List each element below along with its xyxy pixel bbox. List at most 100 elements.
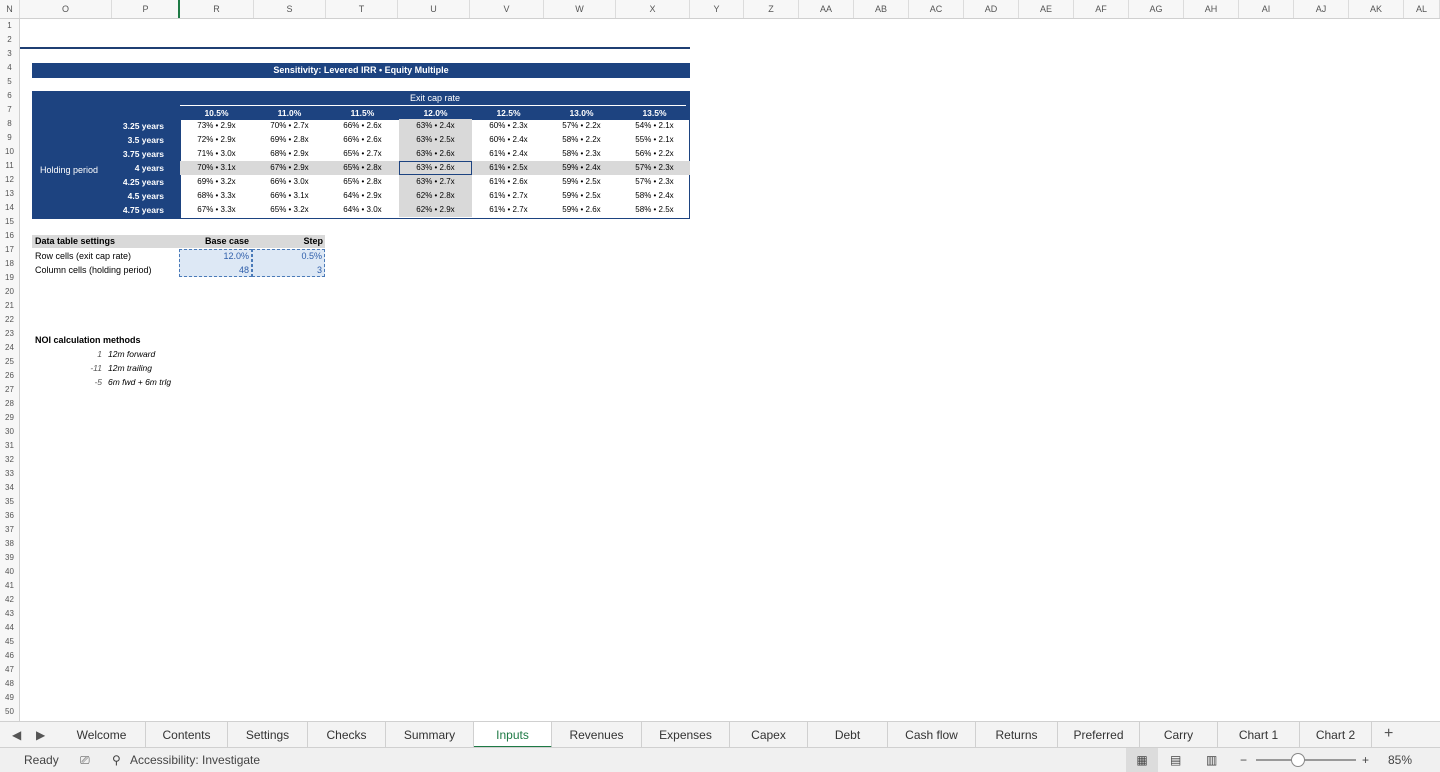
page-break-icon[interactable]: ▥ [1206,748,1217,772]
sensitivity-cell[interactable]: 55% • 2.1x [618,133,691,147]
row-header-5[interactable]: 5 [0,75,19,89]
row-header-30[interactable]: 30 [0,425,19,439]
sheet-tab-preferred[interactable]: Preferred [1058,722,1140,748]
sheet-tab-contents[interactable]: Contents [146,722,228,748]
column-header-s[interactable]: S [254,0,326,18]
sensitivity-cell[interactable]: 72% • 2.9x [180,133,253,147]
row-header-42[interactable]: 42 [0,593,19,607]
sheet-tab-settings[interactable]: Settings [228,722,308,748]
zoom-level[interactable]: 85% [1388,748,1412,772]
sheet-tab-revenues[interactable]: Revenues [552,722,642,748]
row-header-2[interactable]: 2 [0,33,19,47]
row-header-49[interactable]: 49 [0,691,19,705]
row-header-39[interactable]: 39 [0,551,19,565]
row-header-23[interactable]: 23 [0,327,19,341]
sensitivity-cell[interactable]: 73% • 2.9x [180,119,253,133]
sheet-tab-checks[interactable]: Checks [308,722,386,748]
row-header-50[interactable]: 50 [0,705,19,719]
col-step-value[interactable]: 3 [253,263,322,277]
sensitivity-cell[interactable]: 67% • 2.9x [253,161,326,175]
row-header-48[interactable]: 48 [0,677,19,691]
sensitivity-cell[interactable]: 66% • 2.6x [326,133,399,147]
row-header-45[interactable]: 45 [0,635,19,649]
sensitivity-cell[interactable]: 56% • 2.2x [618,147,691,161]
sensitivity-cell[interactable]: 61% • 2.4x [472,147,545,161]
row-header-33[interactable]: 33 [0,467,19,481]
row-header-35[interactable]: 35 [0,495,19,509]
row-header-18[interactable]: 18 [0,257,19,271]
column-header-n[interactable]: N [0,0,20,18]
column-header-ak[interactable]: AK [1349,0,1404,18]
row-header-11[interactable]: 11 [0,159,19,173]
row-header-26[interactable]: 26 [0,369,19,383]
row-header-46[interactable]: 46 [0,649,19,663]
normal-view-icon[interactable]: ▦ [1126,748,1158,772]
scroll-left-icon[interactable]: ◀ [12,728,21,742]
column-header-r[interactable]: R [180,0,254,18]
sensitivity-cell[interactable]: 54% • 2.1x [618,119,691,133]
zoom-out-icon[interactable]: − [1240,748,1247,772]
zoom-slider-thumb[interactable] [1291,753,1305,767]
row-header-38[interactable]: 38 [0,537,19,551]
sensitivity-cell[interactable]: 59% • 2.6x [545,203,618,217]
column-header-ac[interactable]: AC [909,0,964,18]
column-header-p[interactable]: P [112,0,180,18]
row-header-44[interactable]: 44 [0,621,19,635]
sensitivity-cell[interactable]: 65% • 3.2x [253,203,326,217]
column-header-o[interactable]: O [20,0,112,18]
sensitivity-cell[interactable]: 65% • 2.8x [326,175,399,189]
sensitivity-cell[interactable]: 66% • 3.1x [253,189,326,203]
worksheet-grid[interactable]: Sensitivity: Levered IRR • Equity Multip… [20,19,1440,721]
sensitivity-cell[interactable]: 63% • 2.6x [399,147,472,161]
sensitivity-cell[interactable]: 58% • 2.2x [545,133,618,147]
sensitivity-cell[interactable]: 69% • 2.8x [253,133,326,147]
row-header-8[interactable]: 8 [0,117,19,131]
zoom-slider-track[interactable] [1256,759,1356,761]
sensitivity-cell[interactable]: 57% • 2.3x [618,161,691,175]
row-header-32[interactable]: 32 [0,453,19,467]
sensitivity-cell[interactable]: 63% • 2.7x [399,175,472,189]
sensitivity-cell[interactable]: 58% • 2.4x [618,189,691,203]
row-header-12[interactable]: 12 [0,173,19,187]
row-header-29[interactable]: 29 [0,411,19,425]
macro-record-icon[interactable]: ⎚ [80,748,90,772]
row-header-3[interactable]: 3 [0,47,19,61]
row-base-value[interactable]: 12.0% [180,249,249,263]
page-layout-icon[interactable]: ▤ [1170,748,1181,772]
sensitivity-cell[interactable]: 62% • 2.9x [399,203,472,217]
column-header-aa[interactable]: AA [799,0,854,18]
column-header-t[interactable]: T [326,0,398,18]
sensitivity-cell[interactable]: 71% • 3.0x [180,147,253,161]
row-header-28[interactable]: 28 [0,397,19,411]
row-header-27[interactable]: 27 [0,383,19,397]
sensitivity-cell[interactable]: 61% • 2.7x [472,203,545,217]
sheet-tab-capex[interactable]: Capex [730,722,808,748]
row-header-15[interactable]: 15 [0,215,19,229]
sensitivity-cell[interactable]: 70% • 2.7x [253,119,326,133]
accessibility-icon[interactable]: ⚲ [112,748,121,772]
sensitivity-cell[interactable]: 68% • 3.3x [180,189,253,203]
sensitivity-cell[interactable]: 59% • 2.5x [545,189,618,203]
sensitivity-cell[interactable]: 60% • 2.4x [472,133,545,147]
column-header-ab[interactable]: AB [854,0,909,18]
sheet-tab-expenses[interactable]: Expenses [642,722,730,748]
sensitivity-cell[interactable]: 61% • 2.5x [472,161,545,175]
add-sheet-icon[interactable]: + [1384,725,1393,743]
sensitivity-cell[interactable]: 64% • 2.9x [326,189,399,203]
row-header-9[interactable]: 9 [0,131,19,145]
column-header-ag[interactable]: AG [1129,0,1184,18]
row-header-24[interactable]: 24 [0,341,19,355]
sensitivity-cell[interactable]: 68% • 2.9x [253,147,326,161]
zoom-in-icon[interactable]: + [1362,748,1369,772]
row-header-17[interactable]: 17 [0,243,19,257]
row-header-13[interactable]: 13 [0,187,19,201]
row-header-41[interactable]: 41 [0,579,19,593]
row-header-4[interactable]: 4 [0,61,19,75]
sensitivity-cell[interactable]: 57% • 2.3x [618,175,691,189]
row-header-20[interactable]: 20 [0,285,19,299]
row-header-7[interactable]: 7 [0,103,19,117]
sensitivity-cell[interactable]: 69% • 3.2x [180,175,253,189]
sensitivity-cell[interactable]: 70% • 3.1x [180,161,253,175]
row-header-34[interactable]: 34 [0,481,19,495]
sheet-tab-returns[interactable]: Returns [976,722,1058,748]
